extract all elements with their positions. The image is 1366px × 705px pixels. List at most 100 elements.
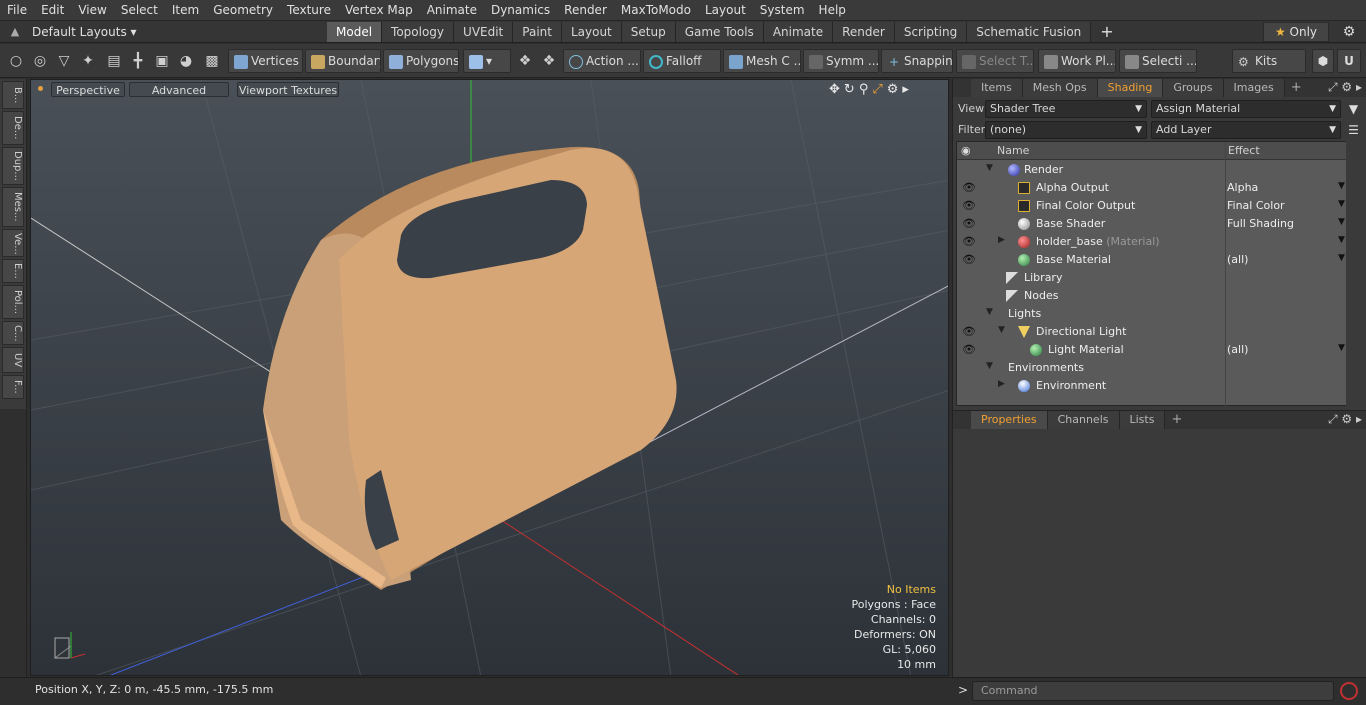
3d-viewport[interactable]: Perspective Advanced Viewport Textures ✥… [30,79,949,676]
command-input[interactable]: Command [972,681,1334,701]
select-through-button[interactable]: Select T... [956,49,1034,73]
assign-material-dropdown[interactable]: Assign Material ▼ [1151,100,1341,118]
gear-icon[interactable]: ⚙ [1339,22,1359,42]
left-tab-edge[interactable]: E... [2,259,24,283]
action-button[interactable]: Action ... [563,49,641,73]
name-column-header[interactable]: Name [997,144,1029,157]
chevron-down-icon[interactable]: ▼ [1338,181,1345,191]
falloff-button[interactable]: Falloff [643,49,721,73]
left-tab-polygon[interactable]: Pol... [2,285,24,319]
menu-dynamics[interactable]: Dynamics [484,0,557,21]
add-layer-dropdown[interactable]: Add Layer ▼ [1151,121,1341,139]
add-tab-icon[interactable]: + [1091,22,1122,42]
left-tab-vertex[interactable]: Ve... [2,229,24,257]
tree-row-base-material[interactable]: 👁 Base Material (all) ▼ [957,251,1347,269]
perspective-button[interactable]: Perspective [51,82,125,97]
menu-select[interactable]: Select [114,0,165,21]
eye-icon[interactable]: 👁 [962,343,976,356]
tree-row-render[interactable]: ▼ Render [957,161,1347,179]
menu-system[interactable]: System [753,0,812,21]
menu-geometry[interactable]: Geometry [206,0,280,21]
tab-animate[interactable]: Animate [763,22,834,42]
tab-mesh-ops[interactable]: Mesh Ops [1022,79,1098,97]
expand-arrow-icon[interactable]: ▼ [986,163,993,173]
menu-item[interactable]: Item [165,0,206,21]
rotate-view-icon[interactable]: ↻ [844,82,855,97]
eye-icon[interactable]: 👁 [962,325,976,338]
polygons-button[interactable]: Polygons [383,49,459,73]
tab-model[interactable]: Model [327,22,383,42]
kits-button[interactable]: ⚙ Kits [1232,49,1306,73]
tab-paint[interactable]: Paint [513,22,562,42]
chevron-down-icon[interactable]: ▼ [1338,343,1345,353]
tab-topology[interactable]: Topology [382,22,455,42]
snapping-button[interactable]: +Snapping [881,49,953,73]
frame-icon[interactable]: ▣ [152,51,172,71]
tree-row-directional-light[interactable]: 👁 ▼ Directional Light [957,323,1347,341]
eye-icon[interactable]: 👁 [962,181,976,194]
filter-funnel-icon[interactable]: ▼ [1345,100,1362,118]
zoom-view-icon[interactable]: ⚲ [859,82,869,97]
select-circle-icon[interactable]: ○ [6,51,26,71]
menu-animate[interactable]: Animate [420,0,484,21]
expand-panel-icon[interactable]: ⤢ [1328,80,1338,94]
carton-holder-mesh[interactable] [263,146,677,590]
tree-row-environments[interactable]: ▼ Environments [957,359,1347,377]
tab-images[interactable]: Images [1223,79,1285,97]
menu-edit[interactable]: Edit [34,0,71,21]
tab-uvedit[interactable]: UVEdit [454,22,514,42]
viewport-textures-button[interactable]: Viewport Textures [237,82,339,97]
tree-row-library[interactable]: Library [957,269,1347,287]
boundary-button[interactable]: Boundary [305,49,381,73]
tree-row-nodes[interactable]: Nodes [957,287,1347,305]
left-tab-mesh-edit[interactable]: Mes... [2,187,24,227]
tab-groups[interactable]: Groups [1163,79,1224,97]
tree-row-lights[interactable]: ▼ Lights [957,305,1347,323]
expand-arrow-icon[interactable]: ▶ [998,235,1005,245]
selection-sets-button[interactable]: Selecti ... [1119,49,1197,73]
pen-icon[interactable]: ▽ [54,51,74,71]
tab-items[interactable]: Items [971,79,1023,97]
view-dropdown[interactable]: Shader Tree ▼ [985,100,1147,118]
expand-arrow-icon[interactable]: ▼ [998,325,1005,335]
panel-gear-icon[interactable]: ⚙ [1341,80,1352,94]
list-options-icon[interactable]: ☰ [1345,121,1362,139]
expand-arrow-icon[interactable]: ▼ [986,307,993,317]
tree-row-light-material[interactable]: 👁 Light Material (all) ▼ [957,341,1347,359]
unreal-button[interactable]: U [1337,49,1361,73]
eye-icon[interactable]: 👁 [962,235,976,248]
panel-gear-icon[interactable]: ⚙ [1341,412,1352,426]
tab-shading[interactable]: Shading [1097,79,1164,97]
tree-row-base-shader[interactable]: 👁 Base Shader Full Shading ▼ [957,215,1347,233]
symmetry-icon[interactable]: ▤ [104,51,124,71]
effect-column-header[interactable]: Effect [1228,144,1260,157]
clock-icon[interactable]: ◕ [176,51,196,71]
shader-tree-scrollbar[interactable] [1346,141,1354,406]
left-tab-deform[interactable]: De... [2,111,24,145]
collapse-arrow-icon[interactable]: ▲ [7,24,23,40]
snap-globe-icon[interactable]: ❖ [515,51,535,71]
tab-render[interactable]: Render [833,22,895,42]
expand-panel-icon[interactable]: ⤢ [1328,412,1338,426]
default-layouts-dropdown[interactable]: Default Layouts ▾ [32,21,137,43]
center-icon[interactable]: ╋ [128,51,148,71]
left-tab-uv[interactable]: UV [2,347,24,373]
chevron-down-icon[interactable]: ▼ [1338,199,1345,209]
chevron-down-icon[interactable]: ▼ [1338,253,1345,263]
viewport-expand-icon[interactable]: ▸ [902,82,909,97]
tab-layout[interactable]: Layout [561,22,622,42]
add-panel-tab-icon[interactable]: + [1285,79,1308,97]
snap-grid-icon[interactable]: ❖ [539,51,559,71]
tab-properties[interactable]: Properties [971,411,1048,429]
left-tab-fusion[interactable]: F... [2,375,24,399]
unity-button[interactable]: ⬢ [1312,49,1334,73]
add-panel-tab-icon[interactable]: + [1165,411,1188,429]
tree-row-alpha-output[interactable]: 👁 Alpha Output Alpha ▼ [957,179,1347,197]
viewport-settings-icon[interactable]: ⚙ [887,82,899,97]
menu-view[interactable]: View [71,0,113,21]
panel-menu-icon[interactable]: ▸ [1356,412,1362,426]
menu-file[interactable]: File [0,0,34,21]
only-button[interactable]: ★ Only [1263,22,1329,42]
menu-vertex-map[interactable]: Vertex Map [338,0,420,21]
chevron-down-icon[interactable]: ▼ [1338,217,1345,227]
